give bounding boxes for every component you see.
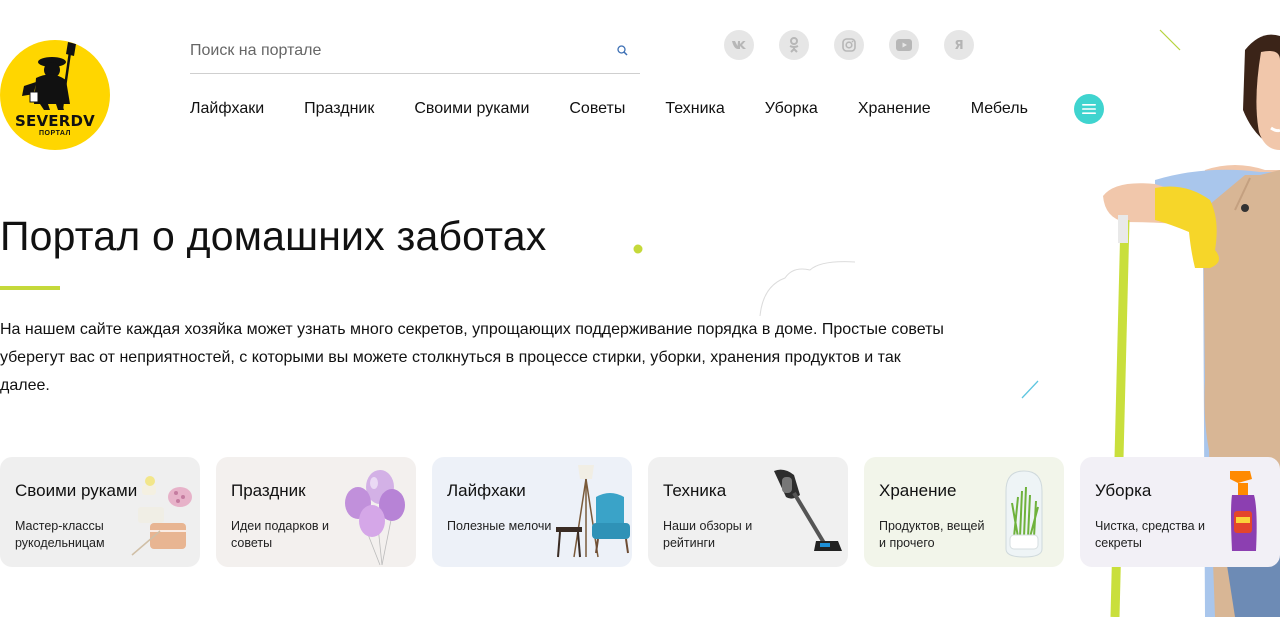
- card-title: Праздник: [231, 481, 306, 500]
- nav-item-holiday[interactable]: Праздник: [304, 98, 374, 120]
- category-card-lifehacks[interactable]: Лайфхаки Полезные мелочи: [432, 457, 632, 567]
- card-subtitle: Полезные мелочи: [447, 519, 552, 533]
- search-bar: [190, 30, 640, 74]
- glass-jar-icon: [1005, 470, 1043, 558]
- nav-item-appliances[interactable]: Техника: [665, 98, 724, 120]
- nav-item-diy[interactable]: Своими руками: [414, 98, 529, 120]
- yandex-icon[interactable]: Я: [944, 30, 974, 60]
- site-logo[interactable]: SEVERDV ПОРТАЛ: [0, 40, 110, 150]
- logo-subtitle: ПОРТАЛ: [39, 130, 71, 137]
- card-subtitle: Мастер-классы рукодельницам: [15, 519, 105, 550]
- title-underline: [0, 286, 60, 290]
- category-cards: Своими руками Мастер-классы рукодельница…: [0, 457, 1280, 567]
- category-card-storage[interactable]: Хранение Продуктов, вещей и прочего: [864, 457, 1064, 567]
- youtube-icon[interactable]: [889, 30, 919, 60]
- logo-title: SEVERDV: [15, 112, 95, 130]
- main-nav: Лайфхаки Праздник Своими руками Советы Т…: [190, 98, 1068, 120]
- nav-item-storage[interactable]: Хранение: [858, 98, 931, 120]
- category-card-appliances[interactable]: Техника Наши обзоры и рейтинги: [648, 457, 848, 567]
- odnoklassniki-icon[interactable]: [779, 30, 809, 60]
- yandex-label: Я: [954, 38, 964, 52]
- balloons-icon: [345, 470, 405, 566]
- search-icon[interactable]: [616, 44, 630, 58]
- spray-bottle-icon: [1230, 471, 1257, 551]
- category-card-holiday[interactable]: Праздник Идеи подарков и советы: [216, 457, 416, 567]
- card-subtitle: Продуктов, вещей и прочего: [879, 519, 985, 550]
- nav-item-furniture[interactable]: Мебель: [971, 98, 1028, 120]
- card-title: Техника: [663, 481, 727, 500]
- social-links: Я: [724, 30, 974, 60]
- instagram-icon[interactable]: [834, 30, 864, 60]
- furniture-icon: [556, 465, 630, 558]
- page-title: Портал о домашних заботах: [0, 213, 547, 259]
- card-subtitle: Чистка, средства и секреты: [1095, 519, 1205, 550]
- card-title: Своими руками: [15, 481, 138, 500]
- category-card-diy[interactable]: Своими руками Мастер-классы рукодельница…: [0, 457, 200, 567]
- decor-cloud: [759, 261, 856, 317]
- hero-description: На нашем сайте каждая хозяйка может узна…: [0, 321, 944, 394]
- vk-icon[interactable]: [724, 30, 754, 60]
- nav-item-lifehacks[interactable]: Лайфхаки: [190, 98, 264, 120]
- vacuum-cleaner-icon: [774, 469, 842, 551]
- decor-dot: [633, 244, 643, 254]
- crafts-icon: [131, 476, 192, 556]
- nav-item-tips[interactable]: Советы: [569, 98, 625, 120]
- card-subtitle: Идеи подарков и советы: [231, 519, 329, 550]
- category-card-cleaning[interactable]: Уборка Чистка, средства и секреты: [1080, 457, 1280, 567]
- card-title: Лайфхаки: [447, 481, 526, 500]
- card-subtitle: Наши обзоры и рейтинги: [663, 519, 753, 550]
- card-title: Уборка: [1095, 481, 1152, 500]
- nav-item-cleaning[interactable]: Уборка: [765, 98, 818, 120]
- decor-streak: [1021, 380, 1039, 399]
- card-title: Хранение: [879, 481, 957, 500]
- search-input[interactable]: [190, 38, 610, 64]
